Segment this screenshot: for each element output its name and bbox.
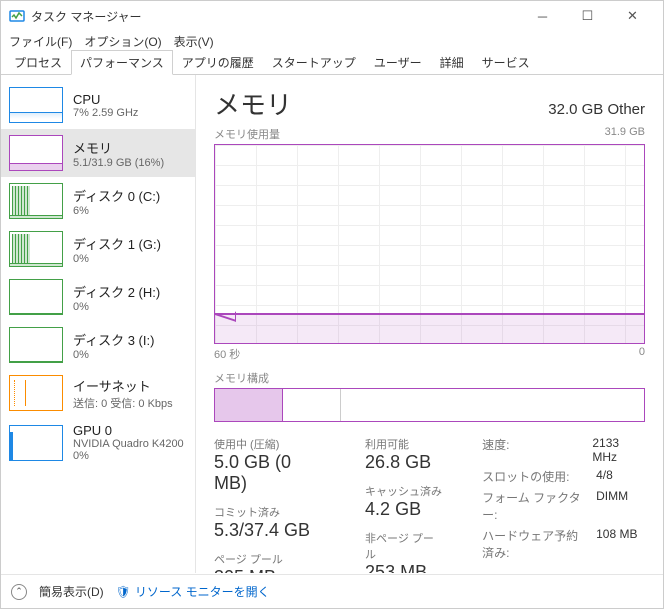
memory-type: 32.0 GB Other	[548, 101, 645, 118]
stat-committed: コミット済み5.3/37.4 GB	[214, 504, 325, 541]
minimize-button[interactable]: ─	[520, 1, 565, 31]
sidebar-sub2: 0%	[73, 450, 184, 462]
menubar: ファイル(F) オプション(O) 表示(V)	[1, 31, 663, 51]
sidebar-sub: 5.1/31.9 GB (16%)	[73, 157, 164, 169]
tab-details[interactable]: 詳細	[431, 50, 473, 74]
sidebar-item-disk3[interactable]: ディスク 3 (I:)0%	[1, 321, 195, 369]
menu-file[interactable]: ファイル(F)	[5, 33, 76, 50]
stat-available: 利用可能26.8 GB	[365, 436, 442, 473]
tab-app-history[interactable]: アプリの履歴	[173, 50, 263, 74]
memory-usage-chart	[214, 144, 645, 344]
sidebar-item-disk2[interactable]: ディスク 2 (H:)0%	[1, 273, 195, 321]
stat-nonpaged-pool: 非ページ プール253 MB	[365, 530, 442, 573]
tab-performance[interactable]: パフォーマンス	[71, 50, 173, 75]
stat-paged-pool: ページ プール305 MB	[214, 551, 325, 573]
sidebar-item-memory[interactable]: メモリ5.1/31.9 GB (16%)	[1, 129, 195, 177]
shield-icon: 🛡	[116, 585, 131, 599]
app-icon	[9, 8, 25, 24]
sidebar-sub: 6%	[73, 205, 160, 217]
stat-cached: キャッシュ済み4.2 GB	[365, 483, 442, 520]
titlebar: タスク マネージャー ─ ☐ ✕	[1, 1, 663, 31]
ethernet-thumb-icon	[9, 375, 63, 411]
tab-processes[interactable]: プロセス	[5, 50, 71, 74]
window-title: タスク マネージャー	[31, 8, 520, 25]
sidebar-item-disk1[interactable]: ディスク 1 (G:)0%	[1, 225, 195, 273]
sidebar-sub: 0%	[73, 349, 154, 361]
kv-form-factor: フォーム ファクター:DIMM	[482, 489, 645, 523]
close-button[interactable]: ✕	[610, 1, 655, 31]
sidebar-item-gpu0[interactable]: GPU 0NVIDIA Quadro K42000%	[1, 417, 195, 468]
chart-label-left: メモリ使用量	[214, 126, 280, 142]
page-title: メモリ	[214, 85, 292, 122]
disk-thumb-icon	[9, 183, 63, 219]
chevron-up-icon[interactable]: ⌃	[11, 584, 27, 600]
sidebar-label: ディスク 2 (H:)	[73, 282, 160, 301]
menu-options[interactable]: オプション(O)	[80, 33, 165, 50]
sidebar: CPU7% 2.59 GHz メモリ5.1/31.9 GB (16%) ディスク…	[1, 75, 196, 573]
kv-slots: スロットの使用:4/8	[482, 468, 645, 485]
brief-view-button[interactable]: 簡易表示(D)	[39, 583, 104, 600]
chart-x-right: 0	[639, 346, 645, 362]
sidebar-item-ethernet[interactable]: イーサネット送信: 0 受信: 0 Kbps	[1, 369, 195, 417]
stat-in-use: 使用中 (圧縮)5.0 GB (0 MB)	[214, 436, 325, 494]
cpu-thumb-icon	[9, 87, 63, 123]
maximize-button[interactable]: ☐	[565, 1, 610, 31]
tab-startup[interactable]: スタートアップ	[263, 50, 365, 74]
sidebar-sub: NVIDIA Quadro K4200	[73, 438, 184, 450]
footer: ⌃ 簡易表示(D) 🛡 リソース モニターを開く	[1, 574, 663, 608]
sidebar-sub: 7% 2.59 GHz	[73, 107, 138, 119]
sidebar-label: ディスク 0 (C:)	[73, 186, 160, 205]
composition-label: メモリ構成	[214, 370, 645, 386]
disk-thumb-icon	[9, 327, 63, 363]
memory-thumb-icon	[9, 135, 63, 171]
open-resource-monitor-link[interactable]: 🛡 リソース モニターを開く	[116, 583, 270, 600]
sidebar-label: CPU	[73, 92, 138, 107]
kv-hw-reserved: ハードウェア予約済み:108 MB	[482, 527, 645, 561]
sidebar-label: ディスク 1 (G:)	[73, 234, 161, 253]
sidebar-label: ディスク 3 (I:)	[73, 330, 154, 349]
sidebar-label: GPU 0	[73, 423, 184, 438]
sidebar-item-cpu[interactable]: CPU7% 2.59 GHz	[1, 81, 195, 129]
sidebar-sub: 0%	[73, 253, 161, 265]
tab-services[interactable]: サービス	[473, 50, 539, 74]
sidebar-label: メモリ	[73, 138, 164, 157]
memory-composition-chart	[214, 388, 645, 422]
tab-users[interactable]: ユーザー	[365, 50, 431, 74]
gpu-thumb-icon	[9, 425, 63, 461]
stats-grid: 使用中 (圧縮)5.0 GB (0 MB) コミット済み5.3/37.4 GB …	[214, 436, 645, 573]
disk-thumb-icon	[9, 279, 63, 315]
sidebar-item-disk0[interactable]: ディスク 0 (C:)6%	[1, 177, 195, 225]
chart-x-left: 60 秒	[214, 346, 240, 362]
tab-bar: プロセス パフォーマンス アプリの履歴 スタートアップ ユーザー 詳細 サービス	[1, 51, 663, 75]
sidebar-sub: 送信: 0 受信: 0 Kbps	[73, 395, 173, 411]
sidebar-sub: 0%	[73, 301, 160, 313]
disk-thumb-icon	[9, 231, 63, 267]
main-panel: メモリ 32.0 GB Other メモリ使用量 31.9 GB 60 秒 0 …	[196, 75, 663, 573]
chart-label-right: 31.9 GB	[605, 126, 645, 142]
sidebar-label: イーサネット	[73, 376, 173, 395]
menu-view[interactable]: 表示(V)	[170, 33, 218, 50]
kv-speed: 速度:2133 MHz	[482, 436, 645, 464]
